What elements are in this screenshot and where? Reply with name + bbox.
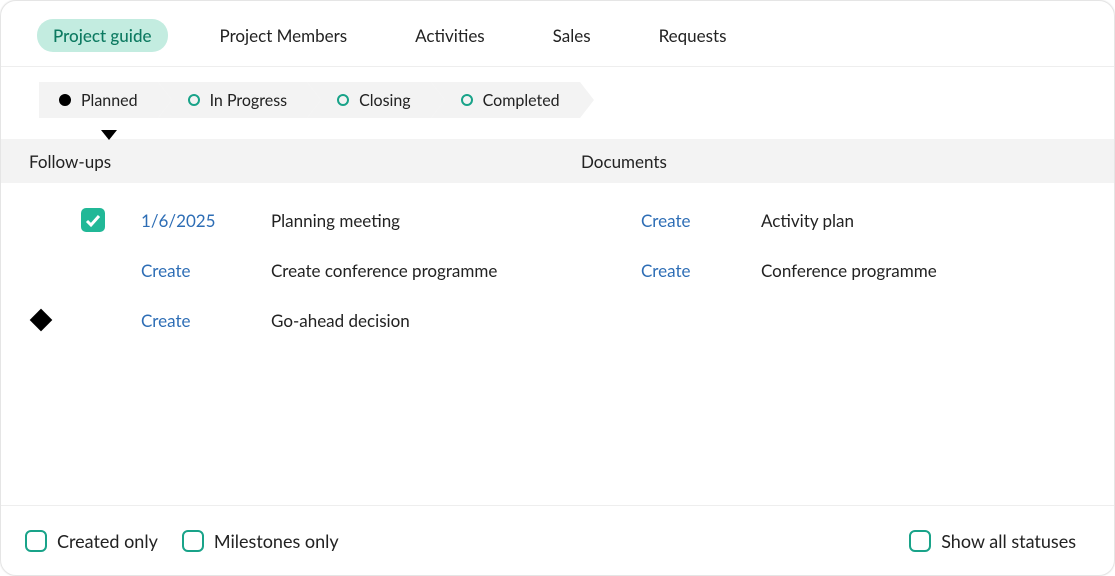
show-all-statuses-label[interactable]: Show all statuses	[941, 530, 1076, 552]
status-label: In Progress	[210, 91, 288, 110]
milestones-only-checkbox[interactable]	[182, 530, 204, 552]
current-status-caret-icon	[101, 130, 117, 140]
status-indicator-icon	[59, 94, 71, 106]
document-title: Conference programme	[761, 260, 937, 281]
document-create-link[interactable]: Create	[641, 260, 761, 281]
milestones-only-label[interactable]: Milestones only	[214, 530, 339, 552]
guide-row: Create Create conference programme Creat…	[1, 245, 1114, 295]
status-in-progress[interactable]: In Progress	[158, 82, 308, 118]
followup-title: Go-ahead decision	[271, 310, 641, 331]
created-only-checkbox[interactable]	[25, 530, 47, 552]
followup-create-link[interactable]: Create	[141, 260, 271, 281]
followup-date-link[interactable]: 1/6/2025	[141, 210, 271, 231]
guide-row: 1/6/2025 Planning meeting Create Activit…	[1, 195, 1114, 245]
status-label: Closing	[359, 91, 411, 110]
created-only-label[interactable]: Created only	[57, 530, 158, 552]
footer-right: Show all statuses	[909, 530, 1090, 552]
tab-requests[interactable]: Requests	[643, 19, 743, 52]
status-label: Planned	[81, 91, 138, 110]
tab-project-members[interactable]: Project Members	[204, 19, 364, 52]
status-indicator-icon	[337, 94, 349, 106]
checkmark-done-icon[interactable]	[81, 208, 105, 232]
milestone-diamond-icon	[30, 309, 53, 332]
followup-title: Create conference programme	[271, 260, 641, 281]
row-check-cell	[81, 208, 141, 232]
status-closing[interactable]: Closing	[307, 82, 431, 118]
footer-bar: Created only Milestones only Show all st…	[1, 505, 1114, 575]
tab-bar: Project guide Project Members Activities…	[1, 1, 1114, 67]
document-create-link[interactable]: Create	[641, 210, 761, 231]
section-headers: Follow-ups Documents	[1, 139, 1114, 183]
status-completed[interactable]: Completed	[431, 82, 580, 118]
document-title: Activity plan	[761, 210, 854, 231]
header-documents: Documents	[581, 151, 667, 172]
show-all-statuses-checkbox[interactable]	[909, 530, 931, 552]
status-stage-bar: Planned In Progress Closing Completed	[1, 67, 1114, 123]
status-indicator-icon	[461, 94, 473, 106]
tab-project-guide[interactable]: Project guide	[37, 19, 168, 52]
tab-sales[interactable]: Sales	[537, 19, 607, 52]
row-milestone-cell	[1, 312, 81, 328]
footer-left: Created only Milestones only	[25, 530, 353, 552]
guide-rows: 1/6/2025 Planning meeting Create Activit…	[1, 183, 1114, 505]
status-planned[interactable]: Planned	[39, 82, 158, 118]
followup-create-link[interactable]: Create	[141, 310, 271, 331]
status-label: Completed	[483, 91, 560, 110]
project-guide-panel: Project guide Project Members Activities…	[0, 0, 1115, 576]
guide-row: Create Go-ahead decision	[1, 295, 1114, 345]
followup-title: Planning meeting	[271, 210, 641, 231]
tab-activities[interactable]: Activities	[399, 19, 501, 52]
header-followups: Follow-ups	[1, 151, 581, 172]
status-indicator-icon	[188, 94, 200, 106]
